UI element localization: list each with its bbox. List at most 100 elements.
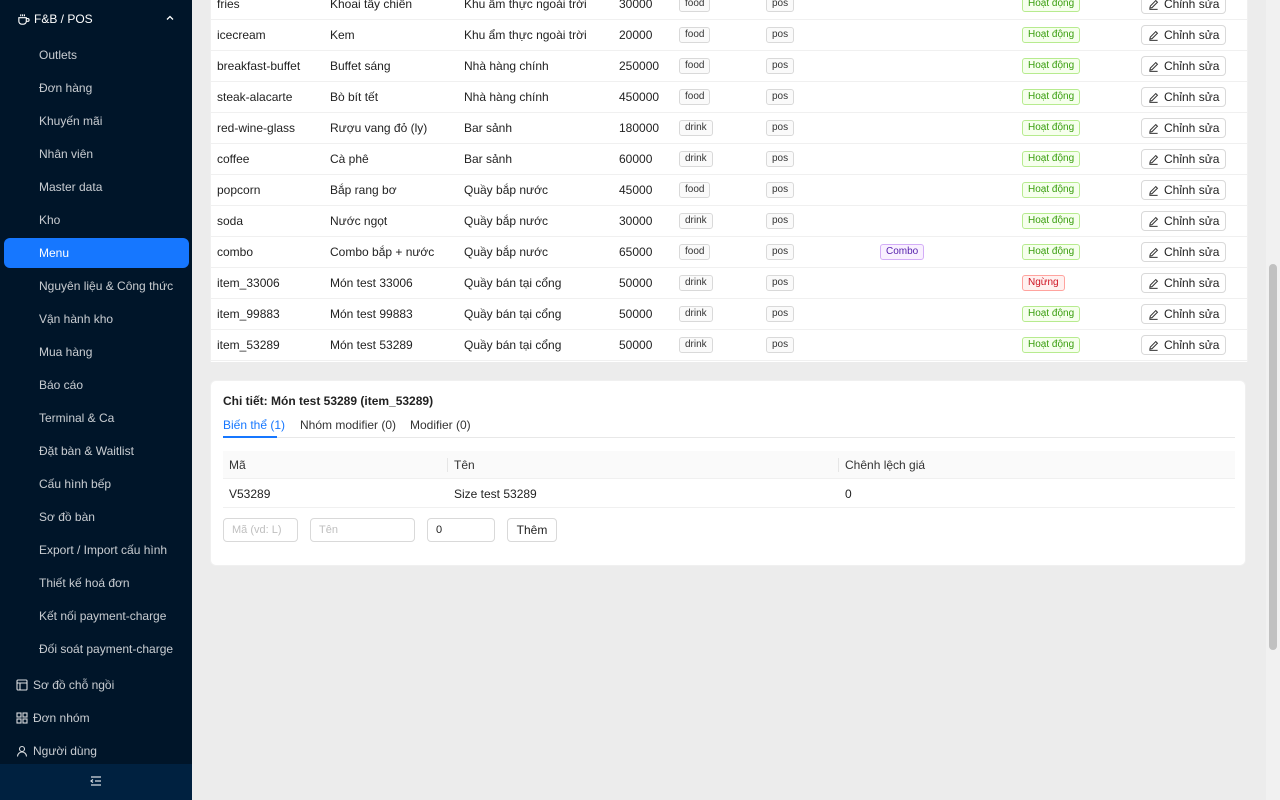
table-row: item_33006 Món test 33006 Quầy bán tại cổn… [211, 268, 1247, 299]
sidebar-item-nhan-vien[interactable]: Nhân viên [0, 139, 192, 169]
table-row: popcorn Bắp rang bơ Quầy bắp nước 45000 food… [211, 175, 1247, 206]
combo-cell: Combo [880, 237, 925, 267]
status-badge: Hoạt động [1022, 213, 1081, 229]
channel-cell: pos [766, 51, 795, 81]
edit-button[interactable]: Chỉnh sửa [1141, 335, 1227, 355]
action-cell: Chỉnh sửa [1141, 175, 1227, 205]
sidebar-item-nguyen-lieu-cong-thuc[interactable]: Nguyên liệu & Công thức [0, 271, 192, 301]
channel-tag: pos [766, 275, 795, 291]
sidebar-item-van-hanh-kho[interactable]: Vận hành kho [0, 304, 192, 334]
item-price: 50000 [619, 276, 653, 290]
sidebar-item-master-data[interactable]: Master data [0, 172, 192, 202]
table-row: combo Combo bắp + nước Quầy bắp nước 65000 f… [211, 237, 1247, 268]
channel-tag: pos [766, 213, 795, 229]
page-scrollbar[interactable] [1266, 0, 1280, 800]
sidebar-item-ket-noi-payment-charge[interactable]: Kết nối payment-charge [0, 601, 192, 631]
edit-button[interactable]: Chỉnh sửa [1141, 87, 1227, 107]
channel-cell: pos [766, 237, 795, 267]
status-cell: Hoạt động [1022, 330, 1081, 360]
sidebar-item-kho[interactable]: Kho [0, 205, 192, 235]
variant-name-input[interactable] [310, 518, 415, 542]
tab-modifiers[interactable]: Modifier (0) [410, 418, 471, 432]
variant-code-input[interactable] [223, 518, 298, 542]
action-cell: Chỉnh sửa [1141, 51, 1227, 81]
edit-button-label: Chỉnh sửa [1164, 214, 1220, 228]
table-row: breakfast-buffet Buffet sáng Nhà hàng chín… [211, 51, 1247, 82]
sidebar-item-bao-cao[interactable]: Báo cáo [0, 370, 192, 400]
item-name: Món test 33006 [330, 276, 413, 290]
action-cell: Chỉnh sửa [1141, 0, 1227, 19]
item-name: Món test 53289 [330, 338, 413, 352]
sidebar-item-label: Nguyên liệu & Công thức [39, 279, 174, 293]
item-price: 180000 [619, 121, 660, 135]
item-code: coffee [217, 152, 250, 166]
edit-button[interactable]: Chỉnh sửa [1141, 25, 1227, 45]
edit-button[interactable]: Chỉnh sửa [1141, 304, 1227, 324]
variant-code: V53289 [229, 486, 271, 501]
edit-button[interactable]: Chỉnh sửa [1141, 118, 1227, 138]
chevron-up-icon[interactable] [164, 12, 176, 24]
tab-variants[interactable]: Biến thể (1) [223, 418, 285, 432]
edit-icon [1148, 92, 1159, 103]
variant-price-input[interactable] [427, 518, 495, 542]
scrollbar-thumb[interactable] [1269, 264, 1277, 650]
channel-cell: pos [766, 113, 795, 143]
sidebar-item-thiet-ke-hoa-don[interactable]: Thiết kế hoá đơn [0, 568, 192, 598]
action-cell: Chỉnh sửa [1141, 330, 1227, 360]
item-code: soda [217, 214, 244, 228]
edit-button[interactable]: Chỉnh sửa [1141, 180, 1227, 200]
edit-button[interactable]: Chỉnh sửa [1141, 211, 1227, 231]
item-code: fries [217, 0, 240, 11]
edit-button-label: Chỉnh sửa [1164, 307, 1220, 321]
sidebar-item-doi-soat-payment-charge[interactable]: Đối soát payment-charge [0, 634, 192, 664]
item-price: 60000 [619, 152, 653, 166]
category-cell: food [679, 0, 711, 19]
sidebar-item-export-import-cau-hinh[interactable]: Export / Import cấu hình [0, 535, 192, 565]
channel-tag: pos [766, 151, 795, 167]
category-tag: food [679, 244, 711, 260]
edit-icon [1148, 0, 1159, 10]
category-tag: drink [679, 306, 713, 322]
sidebar-item-don-hang[interactable]: Đơn hàng [0, 73, 192, 103]
sidebar-item-label: Terminal & Ca [39, 411, 115, 425]
status-cell: Hoạt động [1022, 113, 1081, 143]
item-outlet: Quầy bắp nước [464, 183, 548, 197]
category-cell: drink [679, 330, 713, 360]
sidebar-item-dat-ban-waitlist[interactable]: Đặt bàn & Waitlist [0, 436, 192, 466]
sidebar-item-terminal-ca[interactable]: Terminal & Ca [0, 403, 192, 433]
edit-button[interactable]: Chỉnh sửa [1141, 149, 1227, 169]
sidebar-item-cau-hinh-bep[interactable]: Cấu hình bếp [0, 469, 192, 499]
edit-button[interactable]: Chỉnh sửa [1141, 56, 1227, 76]
edit-button-label: Chỉnh sửa [1164, 245, 1220, 259]
add-variant-button[interactable]: Thêm [507, 518, 557, 542]
category-tag: drink [679, 213, 713, 229]
variants-table-header: Mã Tên Chênh lệch giá [223, 451, 1235, 479]
sidebar-item-khuyen-mai[interactable]: Khuyến mãi [0, 106, 192, 136]
sidebar-item-label: Cấu hình bếp [39, 477, 112, 491]
action-cell: Chỉnh sửa [1141, 113, 1227, 143]
status-badge: Hoạt động [1022, 151, 1081, 167]
sidebar-item-menu[interactable]: Menu [4, 238, 189, 268]
sidebar-collapse-button[interactable] [0, 764, 192, 800]
sidebar-item-mua-hang[interactable]: Mua hàng [0, 337, 192, 367]
status-badge: Hoạt động [1022, 337, 1081, 353]
sidebar-item-so-do-ban[interactable]: Sơ đồ bàn [0, 502, 192, 532]
tab-modifier-groups[interactable]: Nhóm modifier (0) [300, 418, 396, 432]
sidebar-item-nguoi-dung[interactable]: Người dùng [0, 736, 192, 766]
sidebar-group-fnb-pos[interactable]: F&B / POS [0, 2, 192, 36]
sidebar-item-label: Master data [39, 180, 103, 194]
status-cell: Hoạt động [1022, 299, 1081, 329]
sidebar-item-outlets[interactable]: Outlets [0, 40, 192, 70]
sidebar-item-so-do-cho-ngoi[interactable]: Sơ đồ chỗ ngồi [0, 670, 192, 700]
edit-button[interactable]: Chỉnh sửa [1141, 0, 1227, 14]
item-name: Khoai tây chiên [330, 0, 413, 11]
action-cell: Chỉnh sửa [1141, 299, 1227, 329]
item-outlet: Nhà hàng chính [464, 90, 549, 104]
category-tag: drink [679, 151, 713, 167]
sidebar-item-don-nhom[interactable]: Đơn nhóm [0, 703, 192, 733]
item-detail-card: Chi tiết: Món test 53289 (item_53289) Bi… [210, 380, 1246, 566]
sidebar-item-label: Nhân viên [39, 147, 94, 161]
edit-button[interactable]: Chỉnh sửa [1141, 242, 1227, 262]
edit-button[interactable]: Chỉnh sửa [1141, 273, 1227, 293]
status-cell: Hoạt động [1022, 175, 1081, 205]
